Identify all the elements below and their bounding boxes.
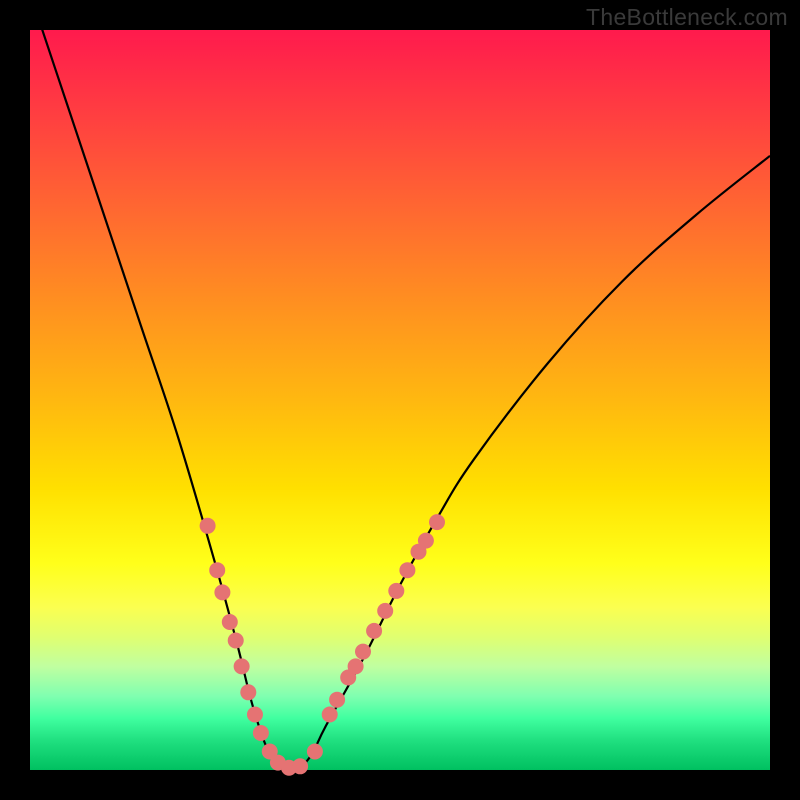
curve-marker (247, 707, 263, 723)
curve-marker (200, 518, 216, 534)
curve-marker (234, 658, 250, 674)
curve-marker (292, 758, 308, 774)
watermark-text: TheBottleneck.com (586, 4, 788, 31)
curve-marker (222, 614, 238, 630)
curve-marker (429, 514, 445, 530)
chart-frame: TheBottleneck.com (0, 0, 800, 800)
curve-marker (366, 623, 382, 639)
curve-marker (209, 562, 225, 578)
curve-marker (377, 603, 393, 619)
curve-marker (388, 583, 404, 599)
curve-marker (329, 692, 345, 708)
curve-marker (228, 633, 244, 649)
curve-path (30, 0, 770, 773)
curve-marker (355, 644, 371, 660)
plot-area (30, 30, 770, 770)
curve-marker (214, 584, 230, 600)
curve-marker (253, 725, 269, 741)
curve-marker (322, 707, 338, 723)
bottleneck-curve (30, 30, 770, 770)
curve-marker (240, 684, 256, 700)
curve-marker (348, 658, 364, 674)
curve-marker (418, 533, 434, 549)
curve-marker (399, 562, 415, 578)
curve-marker (307, 744, 323, 760)
